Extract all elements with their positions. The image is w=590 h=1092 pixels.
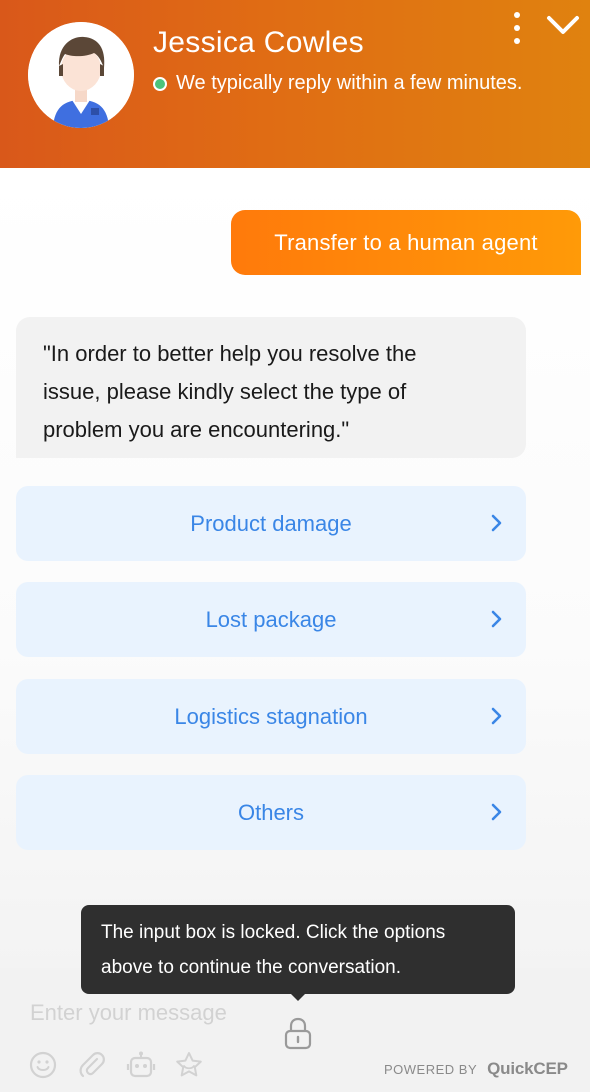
online-status-dot (153, 76, 167, 91)
emoji-icon[interactable] (28, 1050, 58, 1080)
tooltip-line: above to continue the conversation. (101, 957, 401, 978)
tooltip-line: The input box is locked. Click the optio… (101, 922, 446, 943)
status-row: We typically reply within a few minutes. (153, 72, 522, 95)
agent-name: Jessica Cowles (153, 26, 364, 59)
agent-avatar (28, 22, 134, 128)
chevron-right-icon (491, 514, 502, 532)
robot-icon[interactable] (126, 1050, 156, 1080)
chat-header: Jessica Cowles We typically reply within… (0, 0, 590, 168)
lock-icon (284, 1017, 312, 1050)
menu-dot (514, 25, 520, 31)
message-input[interactable] (30, 996, 450, 1030)
menu-dot (514, 38, 520, 44)
bot-message-line: issue, please kindly select the type of (43, 379, 407, 404)
bot-message-bubble: "In order to better help you resolve the… (16, 317, 526, 458)
brand-logo[interactable]: QuickCEP (487, 1059, 568, 1079)
bot-message-line: problem you are encountering." (43, 417, 350, 442)
chevron-down-icon[interactable] (545, 10, 581, 40)
more-vertical-icon[interactable] (505, 10, 529, 46)
bot-message-line: "In order to better help you resolve the (43, 341, 417, 366)
user-message-bubble: Transfer to a human agent (231, 210, 581, 275)
chevron-right-icon (491, 803, 502, 821)
conversation-area: Transfer to a human agent "In order to b… (0, 168, 590, 968)
option-label: Product damage (190, 510, 352, 536)
option-label: Others (237, 799, 305, 825)
option-label: Lost package (205, 606, 337, 632)
powered-by-text: POWERED BY (384, 1061, 478, 1077)
option-product-damage[interactable]: Product damage (16, 486, 526, 561)
powered-by: POWERED BY QuickCEP (384, 1059, 568, 1079)
status-text: We typically reply within a few minutes. (176, 72, 523, 94)
option-others[interactable]: Others (16, 775, 526, 850)
chevron-right-icon (491, 610, 502, 628)
star-icon[interactable] (174, 1050, 204, 1080)
attachment-icon[interactable] (77, 1050, 107, 1080)
option-label: Logistics stagnation (174, 703, 368, 729)
tooltip-arrow (290, 993, 306, 1001)
menu-dot (514, 12, 520, 18)
option-logistics-stagnation[interactable]: Logistics stagnation (16, 679, 526, 754)
locked-input-tooltip: The input box is locked. Click the optio… (81, 905, 515, 994)
option-lost-package[interactable]: Lost package (16, 582, 526, 657)
chevron-right-icon (491, 707, 502, 725)
